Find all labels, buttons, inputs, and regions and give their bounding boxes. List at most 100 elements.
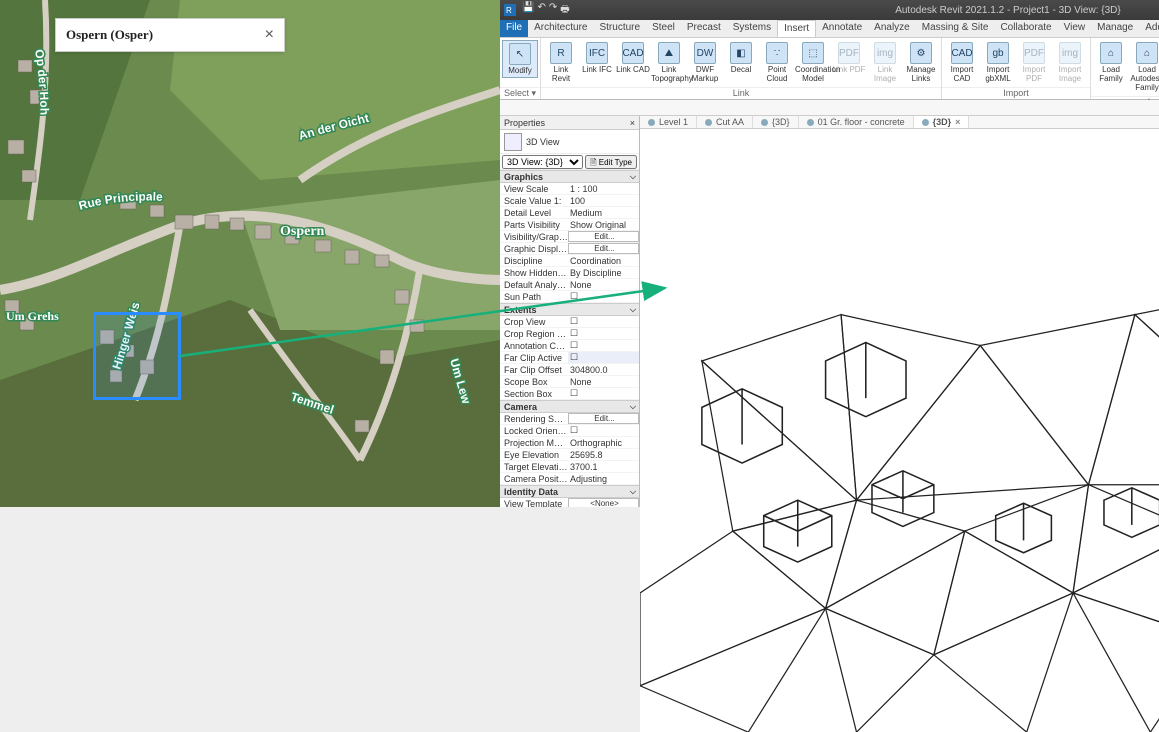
prop-value[interactable]: Orthographic	[568, 438, 639, 448]
prop-row-scale-value-1-[interactable]: Scale Value 1:100	[500, 195, 639, 207]
prop-row-section-box[interactable]: Section Box	[500, 388, 639, 400]
ribbon-btn-coordination-model[interactable]: ⬚Coordination Model	[795, 40, 831, 85]
qat-save-icon[interactable]: 💾	[522, 2, 534, 19]
prop-row-view-scale[interactable]: View Scale1 : 100	[500, 183, 639, 195]
ribbon-btn-dwf-markup[interactable]: DWDWF Markup	[687, 40, 723, 85]
prop-row-camera-position[interactable]: Camera PositionAdjusting	[500, 473, 639, 485]
prop-value[interactable]	[568, 328, 639, 339]
prop-category-camera[interactable]: Camera⌵	[500, 400, 639, 413]
prop-row-sun-path[interactable]: Sun Path	[500, 291, 639, 303]
ribbon-group-select-: ↖ModifySelect ▾	[500, 38, 541, 99]
prop-value[interactable]: 3700.1	[568, 462, 639, 472]
prop-value[interactable]: 25695.8	[568, 450, 639, 460]
prop-category-identity-data[interactable]: Identity Data⌵	[500, 485, 639, 498]
ribbon-btn-manage-links[interactable]: ⚙Manage Links	[903, 40, 939, 85]
prop-row-rendering-settings[interactable]: Rendering SettingsEdit...	[500, 413, 639, 425]
prop-value[interactable]: Show Original	[568, 220, 639, 230]
view-tab-cut-aa[interactable]: Cut AA	[697, 116, 753, 128]
prop-value[interactable]	[568, 340, 639, 351]
qat-print-icon[interactable]: 🖶	[560, 2, 569, 19]
prop-value[interactable]: Edit...	[568, 243, 639, 254]
prop-value[interactable]	[568, 352, 639, 363]
ribbon-btn-modify[interactable]: ↖Modify	[502, 40, 538, 78]
prop-row-projection-mode[interactable]: Projection ModeOrthographic	[500, 437, 639, 449]
qat-undo-icon[interactable]: ↶	[537, 2, 545, 19]
prop-value[interactable]	[568, 291, 639, 302]
ribbon-btn-link-revit[interactable]: RLink Revit	[543, 40, 579, 85]
prop-row-annotation-crop[interactable]: Annotation Crop	[500, 340, 639, 352]
view-type-selector[interactable]: 3D View	[500, 130, 639, 154]
prop-row-view-template[interactable]: View Template<None>	[500, 498, 639, 507]
qat-redo-icon[interactable]: ↷	[549, 2, 557, 19]
ribbon-tab-manage[interactable]: Manage	[1091, 20, 1139, 37]
prop-value[interactable]: 1 : 100	[568, 184, 639, 194]
prop-value[interactable]: Edit...	[568, 413, 639, 424]
aerial-map[interactable]: Op der Hoh Rue Principale An der Oicht O…	[0, 0, 500, 507]
ribbon-tab-add-ins[interactable]: Add-Ins	[1139, 20, 1159, 37]
ribbon-tab-file[interactable]: File	[500, 20, 528, 37]
prop-category-graphics[interactable]: Graphics⌵	[500, 170, 639, 183]
view-tab--3d-[interactable]: {3D}×	[914, 116, 970, 128]
ribbon-tab-insert[interactable]: Insert	[777, 20, 816, 37]
prop-value[interactable]: None	[568, 377, 639, 387]
ribbon-tab-systems[interactable]: Systems	[727, 20, 777, 37]
ribbon-btn-point-cloud[interactable]: ∵Point Cloud	[759, 40, 795, 85]
prop-row-show-hidden-lines[interactable]: Show Hidden LinesBy Discipline	[500, 267, 639, 279]
view-tab-level-1[interactable]: Level 1	[640, 116, 697, 128]
prop-value[interactable]: 100	[568, 196, 639, 206]
ribbon-btn-load-family[interactable]: ⌂Load Family	[1093, 40, 1129, 85]
ribbon-tab-architecture[interactable]: Architecture	[528, 20, 593, 37]
ribbon-btn-decal[interactable]: ◧Decal	[723, 40, 759, 76]
prop-value[interactable]: None	[568, 280, 639, 290]
prop-row-detail-level[interactable]: Detail LevelMedium	[500, 207, 639, 219]
prop-row-scope-box[interactable]: Scope BoxNone	[500, 376, 639, 388]
prop-row-locked-orientation[interactable]: Locked Orientation	[500, 425, 639, 437]
prop-value[interactable]: By Discipline	[568, 268, 639, 278]
prop-value[interactable]	[568, 388, 639, 399]
properties-body: Graphics⌵View Scale1 : 100Scale Value 1:…	[500, 170, 639, 507]
ribbon-btn-import-gbxml[interactable]: gbImport gbXML	[980, 40, 1016, 85]
prop-row-parts-visibility[interactable]: Parts VisibilityShow Original	[500, 219, 639, 231]
prop-row-default-analysis-displ-[interactable]: Default Analysis Displ...None	[500, 279, 639, 291]
ribbon-tab-precast[interactable]: Precast	[681, 20, 727, 37]
prop-value[interactable]	[568, 316, 639, 327]
ribbon-tab-steel[interactable]: Steel	[646, 20, 681, 37]
prop-value[interactable]	[568, 425, 639, 436]
view-tab-01-gr-floor-concrete[interactable]: 01 Gr. floor - concrete	[799, 116, 914, 128]
ribbon-btn-link-topography[interactable]: ⛰Link Topography	[651, 40, 687, 85]
prop-row-crop-region-visible[interactable]: Crop Region Visible	[500, 328, 639, 340]
ribbon-tab-annotate[interactable]: Annotate	[816, 20, 868, 37]
prop-row-crop-view[interactable]: Crop View	[500, 316, 639, 328]
instance-selector[interactable]: 3D View: {3D}	[502, 155, 583, 169]
viewport-3d[interactable]	[640, 129, 1159, 732]
close-icon[interactable]: ×	[955, 117, 960, 127]
prop-category-extents[interactable]: Extents⌵	[500, 303, 639, 316]
prop-row-far-clip-active[interactable]: Far Clip Active	[500, 352, 639, 364]
prop-row-graphic-display-options[interactable]: Graphic Display OptionsEdit...	[500, 243, 639, 255]
edit-type-button[interactable]: 🗎 Edit Type	[585, 155, 637, 169]
ribbon-tab-analyze[interactable]: Analyze	[868, 20, 916, 37]
ribbon-tab-massing-site[interactable]: Massing & Site	[916, 20, 995, 37]
ribbon-btn-load-autodesk-family[interactable]: ⌂Load Autodesk Family	[1129, 40, 1159, 94]
prop-row-eye-elevation[interactable]: Eye Elevation25695.8	[500, 449, 639, 461]
prop-value[interactable]: Adjusting	[568, 474, 639, 484]
prop-row-discipline[interactable]: DisciplineCoordination	[500, 255, 639, 267]
close-icon[interactable]: ×	[630, 118, 635, 128]
ribbon-tab-collaborate[interactable]: Collaborate	[994, 20, 1057, 37]
close-icon[interactable]: ×	[265, 27, 274, 43]
view-tab--3d-[interactable]: {3D}	[753, 116, 799, 128]
prop-row-target-elevation[interactable]: Target Elevation3700.1	[500, 461, 639, 473]
prop-value[interactable]: Edit...	[568, 231, 639, 242]
ribbon-btn-link-ifc[interactable]: IFCLink IFC	[579, 40, 615, 76]
ribbon-tab-view[interactable]: View	[1058, 20, 1092, 37]
prop-row-visibility-graphics-ov-[interactable]: Visibility/Graphics Ov...Edit...	[500, 231, 639, 243]
titlebar: R 💾 ↶ ↷ 🖶 Autodesk Revit 2021.1.2 - Proj…	[500, 0, 1159, 20]
ribbon-tab-structure[interactable]: Structure	[593, 20, 646, 37]
ribbon-btn-link-cad[interactable]: CADLink CAD	[615, 40, 651, 76]
prop-value[interactable]: Coordination	[568, 256, 639, 266]
prop-value[interactable]: 304800.0	[568, 365, 639, 375]
ribbon-btn-import-cad[interactable]: CADImport CAD	[944, 40, 980, 85]
prop-row-far-clip-offset[interactable]: Far Clip Offset304800.0	[500, 364, 639, 376]
prop-value[interactable]: <None>	[568, 498, 639, 507]
prop-value[interactable]: Medium	[568, 208, 639, 218]
